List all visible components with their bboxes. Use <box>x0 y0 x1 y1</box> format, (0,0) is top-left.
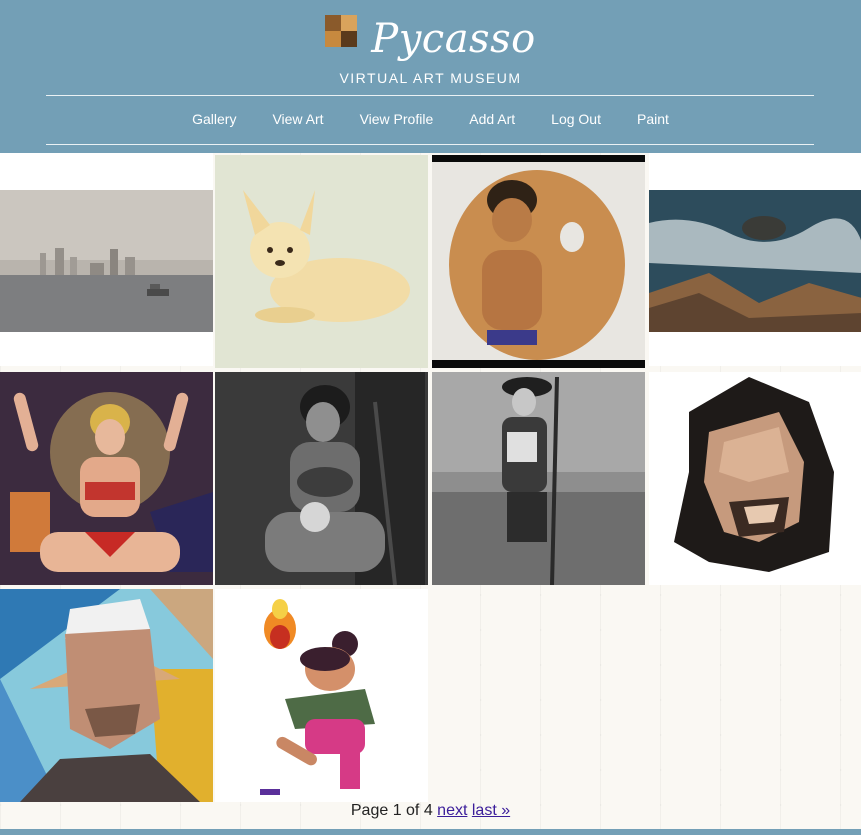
artwork-thumbnail[interactable] <box>432 372 645 585</box>
artwork-thumbnail[interactable] <box>649 372 861 585</box>
artwork-thumbnail[interactable] <box>215 155 428 368</box>
artwork-thumbnail[interactable] <box>0 153 213 366</box>
fire-girl-image <box>215 589 428 802</box>
next-page-link[interactable]: next <box>437 802 467 819</box>
nav-gallery[interactable]: Gallery <box>174 111 254 127</box>
artwork-thumbnail[interactable] <box>0 372 213 585</box>
footer-bar <box>0 829 861 835</box>
artwork-thumbnail[interactable] <box>649 153 861 366</box>
site-header: Pycasso VIRTUAL ART MUSEUM Gallery View … <box>0 0 861 153</box>
main-nav: Gallery View Art View Profile Add Art Lo… <box>0 111 861 127</box>
artwork-thumbnail[interactable] <box>432 155 645 368</box>
foggy-harbor-image <box>0 190 213 332</box>
site-tagline: VIRTUAL ART MUSEUM <box>339 70 522 86</box>
artwork-thumbnail[interactable] <box>215 589 428 802</box>
nav-view-profile[interactable]: View Profile <box>342 111 452 127</box>
nav-view-art[interactable]: View Art <box>254 111 341 127</box>
lowpoly-portrait-cap-image <box>0 589 213 802</box>
site-title: Pycasso <box>371 16 536 62</box>
divider-bottom <box>46 144 814 145</box>
chihuahua-image <box>215 155 428 368</box>
lowpoly-portrait-longhair-image <box>649 372 861 585</box>
divider-top <box>46 95 814 96</box>
ocean-rocks-image <box>649 190 861 332</box>
logo-icon <box>325 15 358 47</box>
artwork-thumbnail[interactable] <box>215 372 428 585</box>
artwork-thumbnail[interactable] <box>0 589 213 802</box>
pagination: Page 1 of 4 next last » <box>0 802 861 820</box>
last-page-link[interactable]: last » <box>472 802 510 819</box>
woman-with-skull-image <box>215 372 428 585</box>
man-on-palette-image <box>432 155 645 368</box>
nav-add-art[interactable]: Add Art <box>451 111 533 127</box>
brand[interactable]: Pycasso <box>0 14 861 62</box>
page-indicator: Page 1 of 4 <box>350 802 433 819</box>
nav-log-out[interactable]: Log Out <box>533 111 619 127</box>
cavalier-on-street-image <box>432 372 645 585</box>
woman-pop-art-image <box>0 372 213 585</box>
nav-paint[interactable]: Paint <box>619 111 687 127</box>
